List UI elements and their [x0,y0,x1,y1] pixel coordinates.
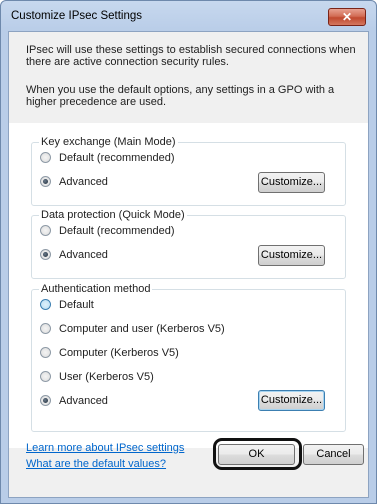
dialog-body: IPsec will use these settings to establi… [8,31,369,498]
radio-unchecked-icon[interactable] [40,347,51,358]
close-button[interactable]: ✕ [328,8,366,26]
radio-checked-icon[interactable] [40,249,51,260]
intro-text-connections: IPsec will use these settings to establi… [26,44,356,68]
radio-unchecked-icon[interactable] [40,152,51,163]
data-protection-legend: Data protection (Quick Mode) [39,209,187,222]
learn-more-link[interactable]: Learn more about IPsec settings [26,442,184,454]
cancel-button[interactable]: Cancel [303,444,364,465]
data-protection-customize-button[interactable]: Customize... [258,245,325,266]
default-values-link[interactable]: What are the default values? [26,458,166,470]
key-exchange-group: Key exchange (Main Mode) Default (recomm… [31,136,346,206]
settings-panel: Key exchange (Main Mode) Default (recomm… [9,123,368,448]
key-exchange-advanced-radio[interactable]: Advanced [40,176,108,190]
radio-checked-icon[interactable] [40,395,51,406]
radio-unchecked-icon[interactable] [40,371,51,382]
dialog-window: Customize IPsec Settings ✕ IPsec will us… [0,0,377,504]
radio-unchecked-icon[interactable] [40,299,51,310]
data-protection-advanced-radio[interactable]: Advanced [40,249,108,263]
key-exchange-legend: Key exchange (Main Mode) [39,136,178,149]
key-exchange-customize-button[interactable]: Customize... [258,172,325,193]
auth-user-radio[interactable]: User (Kerberos V5) [40,371,154,385]
auth-advanced-radio[interactable]: Advanced [40,395,108,409]
auth-default-radio[interactable]: Default [40,299,94,313]
ok-button-highlight [213,438,302,470]
radio-checked-icon[interactable] [40,176,51,187]
auth-computer-and-user-radio[interactable]: Computer and user (Kerberos V5) [40,323,225,337]
data-protection-default-radio[interactable]: Default (recommended) [40,225,175,239]
authentication-legend: Authentication method [39,283,153,296]
title-bar[interactable]: Customize IPsec Settings ✕ [1,1,376,31]
key-exchange-default-radio[interactable]: Default (recommended) [40,152,175,166]
radio-unchecked-icon[interactable] [40,323,51,334]
radio-unchecked-icon[interactable] [40,225,51,236]
window-title: Customize IPsec Settings [11,10,143,22]
auth-computer-radio[interactable]: Computer (Kerberos V5) [40,347,179,361]
authentication-customize-button[interactable]: Customize... [258,390,325,411]
authentication-method-group: Authentication method Default Computer a… [31,283,346,432]
close-icon: ✕ [341,10,353,24]
intro-text-gpo: When you use the default options, any se… [26,84,335,108]
data-protection-group: Data protection (Quick Mode) Default (re… [31,209,346,279]
